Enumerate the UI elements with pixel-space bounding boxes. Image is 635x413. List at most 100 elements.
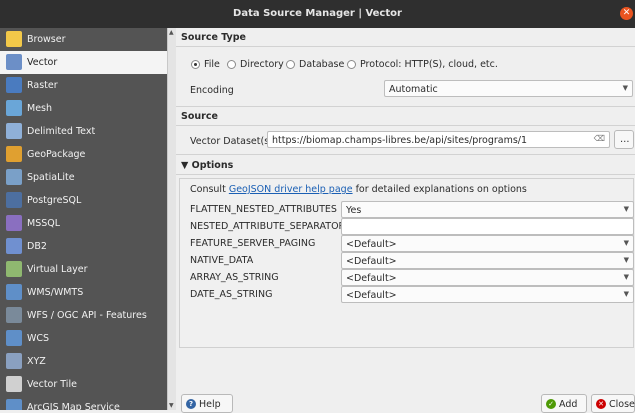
options-heading: Options	[191, 160, 234, 171]
sidebar-item[interactable]: ArcGIS Map Service	[0, 396, 167, 410]
spatialite-icon	[6, 169, 22, 185]
collapse-arrow-icon[interactable]: ▼	[181, 160, 188, 171]
sidebar-item[interactable]: WCS	[0, 327, 167, 350]
sidebar-item[interactable]: WMS/WMTS	[0, 281, 167, 304]
close-button[interactable]: ✕ Close	[591, 394, 635, 413]
chevron-down-icon: ▼	[623, 256, 629, 264]
sidebar-item[interactable]: GeoPackage	[0, 143, 167, 166]
arcgis-icon	[6, 399, 22, 410]
radio-directory-dot[interactable]	[227, 60, 236, 69]
raster-icon	[6, 77, 22, 93]
option-value: Yes	[346, 205, 362, 216]
option-input[interactable]	[341, 218, 634, 235]
sidebar-item[interactable]: Virtual Layer	[0, 258, 167, 281]
delimited-text-icon	[6, 123, 22, 139]
option-value: <Default>	[346, 239, 397, 250]
option-select[interactable]: <Default> ▼	[341, 235, 634, 252]
vector-dataset-input[interactable]: https://biomap.champs-libres.be/api/site…	[267, 131, 610, 148]
browse-label: …	[620, 134, 630, 145]
scroll-up-icon[interactable]: ▲	[169, 29, 174, 36]
chevron-down-icon: ▼	[623, 273, 629, 281]
chevron-down-icon: ▼	[623, 290, 629, 298]
sidebar-item-label: WMS/WMTS	[27, 287, 84, 298]
sidebar-item[interactable]: SpatiaLite	[0, 166, 167, 189]
sidebar-item-label: Delimited Text	[27, 126, 96, 137]
vector-tile-icon	[6, 376, 22, 392]
sidebar-item-label: MSSQL	[27, 218, 61, 229]
sidebar-item-label: WCS	[27, 333, 50, 344]
sidebar-item-label: WFS / OGC API - Features	[27, 310, 147, 321]
help-label: Help	[199, 399, 221, 410]
add-label: Add	[559, 399, 578, 410]
option-select[interactable]: <Default> ▼	[341, 252, 634, 269]
sidebar-item[interactable]: Raster	[0, 74, 167, 97]
help-button[interactable]: ? Help	[181, 394, 233, 413]
divider	[176, 106, 635, 107]
scroll-down-icon[interactable]: ▼	[169, 402, 174, 409]
option-select[interactable]: Yes ▼	[341, 201, 634, 218]
db2-icon	[6, 238, 22, 254]
option-label: NESTED_ATTRIBUTE_SEPARATOR	[190, 221, 346, 232]
chevron-down-icon: ▼	[623, 239, 629, 247]
sidebar-item[interactable]: WFS / OGC API - Features	[0, 304, 167, 327]
radio-directory-label: Directory	[240, 59, 284, 70]
sidebar-item[interactable]: MSSQL	[0, 212, 167, 235]
encoding-select[interactable]: Automatic ▼	[384, 80, 633, 97]
sidebar-item[interactable]: DB2	[0, 235, 167, 258]
divider	[176, 46, 635, 47]
consult-text: Consult GeoJSON driver help page for det…	[190, 184, 527, 195]
close-label: Close	[609, 399, 635, 410]
sidebar-item-label: XYZ	[27, 356, 46, 367]
option-label: DATE_AS_STRING	[190, 289, 273, 300]
radio-protocol-label: Protocol: HTTP(S), cloud, etc.	[360, 59, 498, 70]
main-panel: Source Type File Directory Database Prot…	[176, 28, 635, 413]
encoding-value: Automatic	[389, 84, 438, 95]
consult-suffix: for detailed explanations on options	[352, 184, 527, 195]
close-icon[interactable]: ✕	[620, 7, 633, 20]
option-label: FEATURE_SERVER_PAGING	[190, 238, 316, 249]
geopackage-icon	[6, 146, 22, 162]
clear-text-icon[interactable]: ⌫	[594, 134, 605, 143]
geojson-help-link[interactable]: GeoJSON driver help page	[229, 184, 353, 195]
option-label: ARRAY_AS_STRING	[190, 272, 279, 283]
sidebar-item-label: Vector Tile	[27, 379, 77, 390]
browse-button[interactable]: …	[614, 130, 634, 149]
radio-file-dot[interactable]	[191, 60, 200, 69]
sidebar-item-label: DB2	[27, 241, 47, 252]
title-bar: Data Source Manager | Vector ✕	[0, 0, 635, 28]
radio-protocol-dot[interactable]	[347, 60, 356, 69]
source-heading: Source	[181, 111, 218, 122]
divider	[176, 174, 635, 175]
sidebar-item-label: Raster	[27, 80, 58, 91]
vector-dataset-label: Vector Dataset(s)	[190, 136, 273, 147]
sidebar-item[interactable]: Browser	[0, 28, 167, 51]
radio-file-label: File	[204, 59, 220, 70]
option-select[interactable]: <Default> ▼	[341, 269, 634, 286]
sidebar-item-label: SpatiaLite	[27, 172, 75, 183]
folder-icon	[6, 31, 22, 47]
sidebar-item-label: Mesh	[27, 103, 53, 114]
mesh-icon	[6, 100, 22, 116]
sidebar-item[interactable]: Delimited Text	[0, 120, 167, 143]
sidebar-item[interactable]: Vector Tile	[0, 373, 167, 396]
wcs-icon	[6, 330, 22, 346]
consult-prefix: Consult	[190, 184, 229, 195]
options-heading-row[interactable]: ▼ Options	[181, 160, 233, 171]
chevron-down-icon: ▼	[622, 84, 628, 92]
radio-database-dot[interactable]	[286, 60, 295, 69]
option-label: NATIVE_DATA	[190, 255, 254, 266]
add-button[interactable]: ✓ Add	[541, 394, 587, 413]
option-label: FLATTEN_NESTED_ATTRIBUTES	[190, 204, 337, 215]
sidebar-item[interactable]: Mesh	[0, 97, 167, 120]
divider	[176, 154, 635, 155]
sidebar-item-label: GeoPackage	[27, 149, 86, 160]
sidebar-item-label: ArcGIS Map Service	[27, 402, 120, 410]
wfs-icon	[6, 307, 22, 323]
option-select[interactable]: <Default> ▼	[341, 286, 634, 303]
sidebar-item[interactable]: PostgreSQL	[0, 189, 167, 212]
sidebar-item-label: Vector	[27, 57, 58, 68]
sidebar-item[interactable]: Vector	[0, 51, 167, 74]
sidebar-item[interactable]: XYZ	[0, 350, 167, 373]
sidebar-scrollbar[interactable]: ▲ ▼	[167, 28, 176, 410]
sidebar-item-label: PostgreSQL	[27, 195, 82, 206]
